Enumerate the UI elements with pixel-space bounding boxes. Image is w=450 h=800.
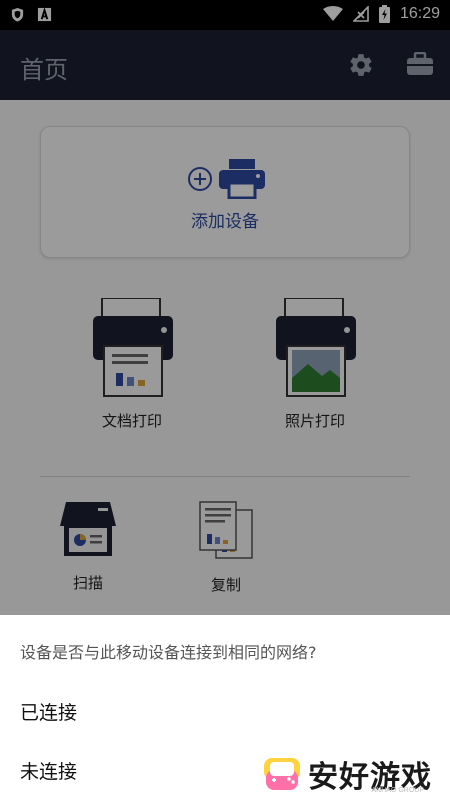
- sheet-question: 设备是否与此移动设备连接到相同的网络?: [20, 643, 317, 662]
- watermark-subtext: ANHAO GROUP: [371, 787, 424, 794]
- option-not-connected[interactable]: 未连接: [20, 757, 77, 784]
- modal-scrim[interactable]: [0, 0, 450, 615]
- game-controller-logo-icon: [264, 758, 300, 790]
- option-connected[interactable]: 已连接: [20, 698, 77, 725]
